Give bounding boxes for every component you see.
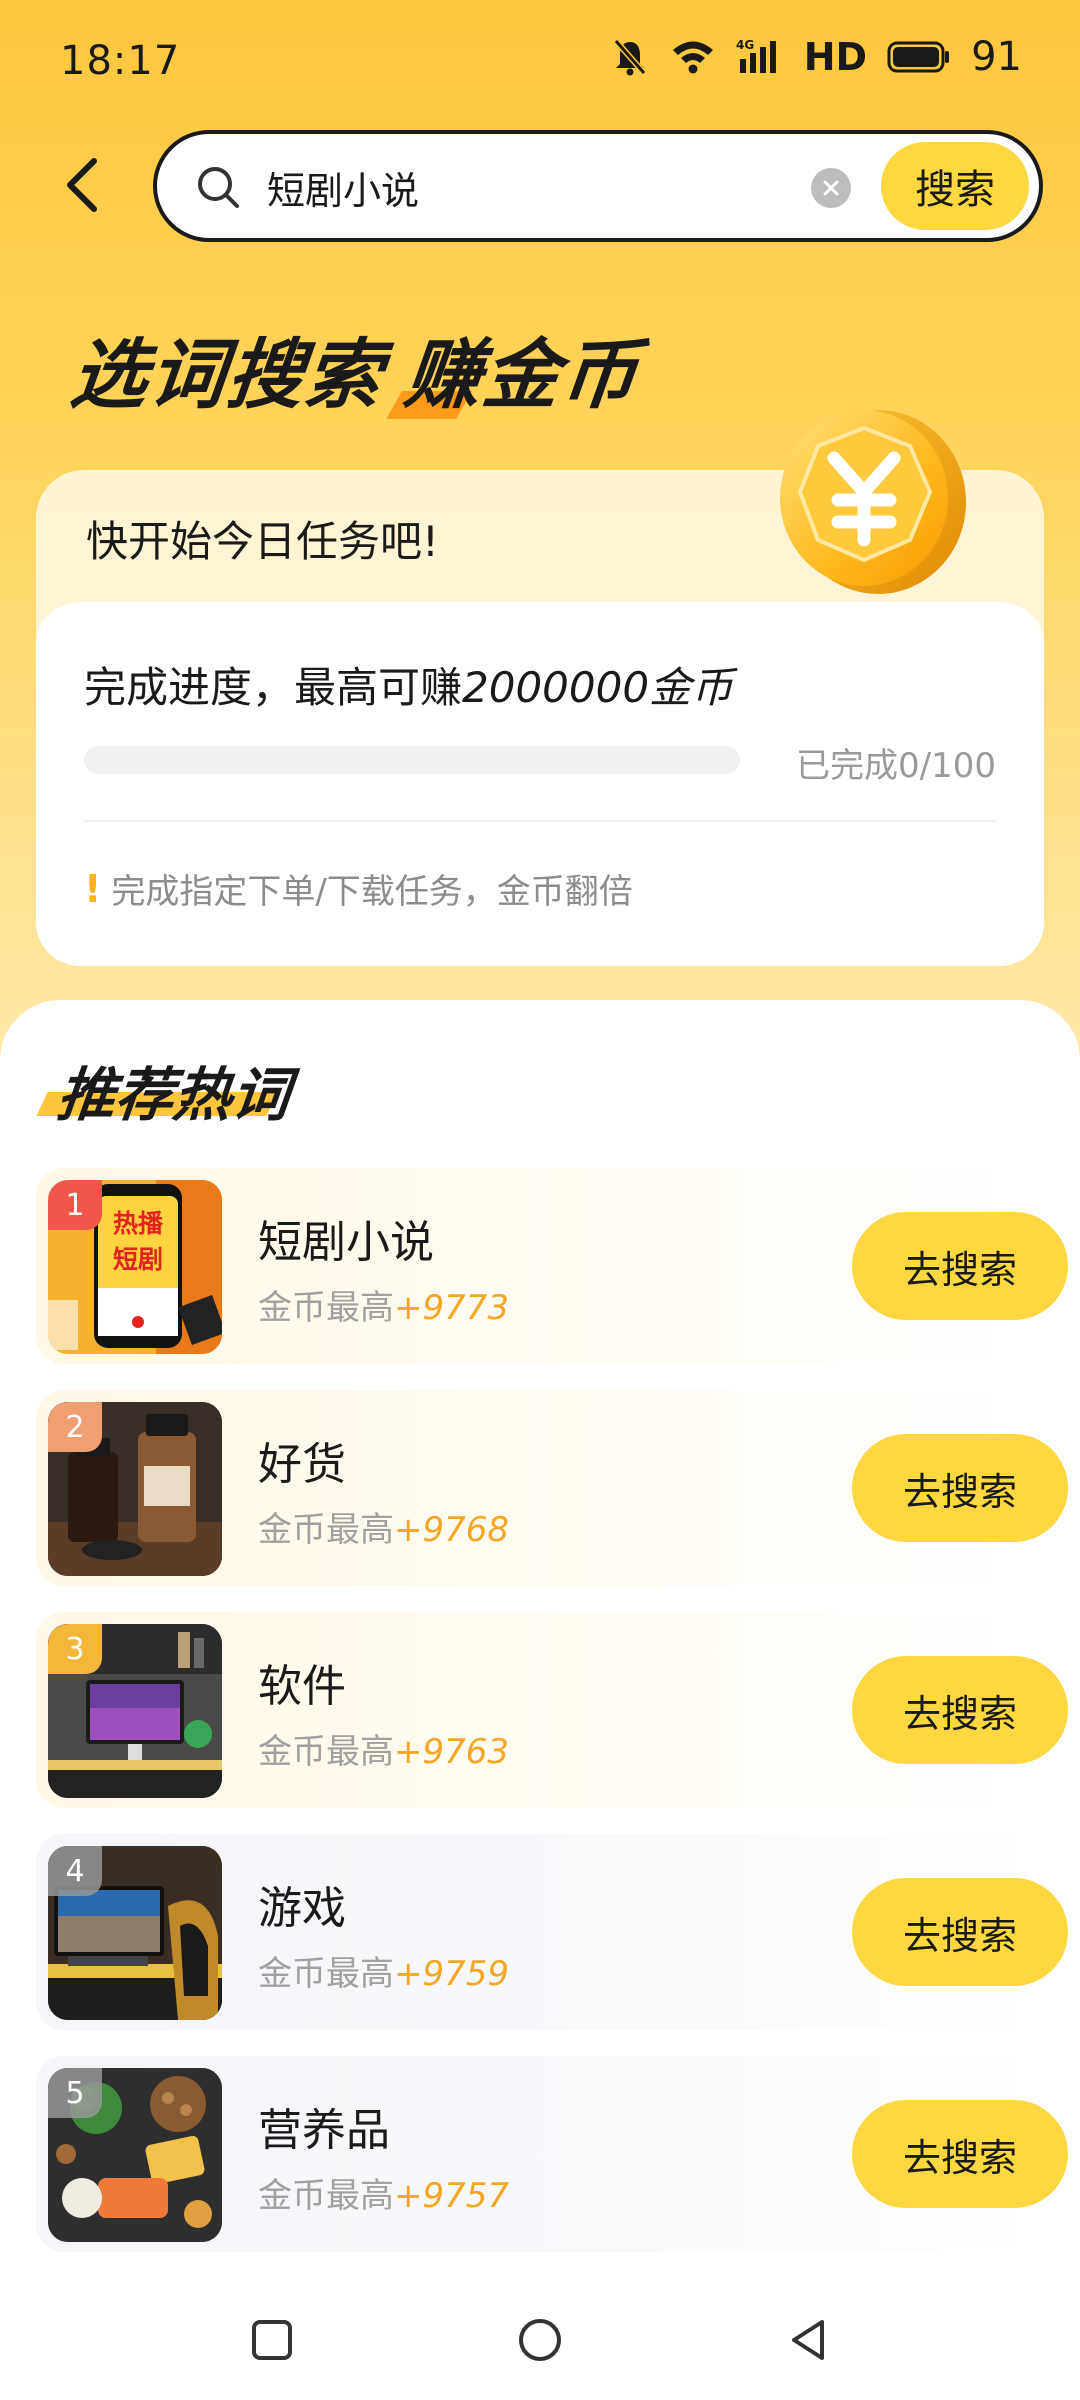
item-name: 游戏 [258,1883,346,1934]
thumb-line2: 短剧 [113,1245,163,1274]
divider [84,820,996,822]
task-header: 快开始今日任务吧! [86,517,439,566]
go-search-button[interactable]: 去搜索 [852,1878,1068,1986]
battery-level: 91 [971,34,1022,80]
item-reward: 金币最高+9763 [258,1724,509,1773]
reward-value: +9757 [394,2176,510,2216]
item-name: 软件 [258,1661,346,1712]
triangle-back-icon [792,2320,824,2360]
reward-prefix: 金币最高 [258,1288,394,1328]
rank-badge: 1 [48,1180,102,1230]
item-reward: 金币最高+9768 [258,1502,509,1551]
item-name: 营养品 [258,2105,390,2156]
go-search-button[interactable]: 去搜索 [852,1434,1068,1542]
rank-badge: 2 [48,1402,102,1452]
thumb-line1: 热播 [113,1209,164,1238]
recommend-title: 推荐热词 [36,1048,293,1129]
circle-icon [519,2319,561,2361]
hot-word-list: 热播 短剧 1 短剧小说 金币最高+9773 去搜索 2 好货 金币最高+976… [36,1168,1068,2278]
reward-value: +9759 [394,1954,510,1994]
item-name: 好货 [258,1439,346,1490]
rank-badge: 3 [48,1624,102,1674]
close-icon [823,180,839,196]
wifi-icon [670,37,716,77]
thumbnail-games: 4 [48,1846,222,2020]
status-icons: 4G HD 91 [610,34,1022,80]
item-reward: 金币最高+9759 [258,1946,509,1995]
list-item[interactable]: 5 营养品 金币最高+9757 去搜索 [36,2056,1068,2252]
thumbnail-software: 3 [48,1624,222,1798]
task-progress-card: 完成进度，最高可赚2000000金币 已完成0/100 ! 完成指定下单/下载任… [36,602,1044,966]
list-item[interactable]: 4 游戏 金币最高+9759 去搜索 [36,1834,1068,2030]
progress-bar [84,746,740,774]
tip-text: 完成指定下单/下载任务，金币翻倍 [111,872,633,912]
gold-coin-icon [780,410,966,594]
mute-bell-icon [610,37,650,77]
go-search-button[interactable]: 去搜索 [852,2100,1068,2208]
search-bar: 搜索 [153,130,1043,242]
progress-title: 完成进度，最高可赚2000000金币 [84,654,733,715]
progress-text: 完成进度，最高可赚 [84,663,463,712]
search-input[interactable] [267,156,827,218]
banner-title-part1: 选词搜索 [66,330,388,419]
search-icon [198,167,239,208]
back-nav-button[interactable] [778,2310,838,2370]
hd-label: HD [803,35,868,79]
chevron-left-icon [67,158,97,212]
clear-button[interactable] [811,168,851,208]
square-icon [252,2320,292,2360]
reward-value: +9763 [394,1732,510,1772]
list-item[interactable]: 2 好货 金币最高+9768 去搜索 [36,1390,1068,1586]
go-search-button[interactable]: 去搜索 [852,1212,1068,1320]
thumbnail-goods: 2 [48,1402,222,1576]
item-name: 短剧小说 [258,1217,434,1268]
reward-prefix: 金币最高 [258,1732,394,1772]
system-nav-bar [0,2260,1080,2400]
item-reward: 金币最高+9757 [258,2168,509,2217]
recents-button[interactable] [242,2310,302,2370]
progress-reward: 2000000金币 [462,663,734,712]
rank-badge: 5 [48,2068,102,2118]
thumbnail-nutrition: 5 [48,2068,222,2242]
item-reward: 金币最高+9773 [258,1280,509,1329]
reward-prefix: 金币最高 [258,1954,394,1994]
banner-title: 选词搜索 赚金币 [67,318,644,419]
status-time: 18:17 [60,38,181,84]
reward-value: +9773 [394,1288,510,1328]
progress-count: 已完成0/100 [796,746,996,786]
reward-prefix: 金币最高 [258,1510,394,1550]
battery-icon [887,40,951,74]
svg-text:4G: 4G [736,38,754,52]
banner-title-part2: 赚金币 [400,313,646,423]
list-item[interactable]: 3 软件 金币最高+9763 去搜索 [36,1612,1068,1808]
reward-prefix: 金币最高 [258,2176,394,2216]
back-button[interactable] [52,150,112,220]
recommend-panel: 推荐热词 热播 短剧 1 短剧小说 金币最高+9773 去搜索 2 好货 金币最… [0,1000,1080,2400]
reward-value: +9768 [394,1510,510,1550]
search-button[interactable]: 搜索 [881,142,1029,230]
signal-icon: 4G [736,37,784,77]
list-item[interactable]: 热播 短剧 1 短剧小说 金币最高+9773 去搜索 [36,1168,1068,1364]
go-search-button[interactable]: 去搜索 [852,1656,1068,1764]
rank-badge: 4 [48,1846,102,1896]
thumbnail-drama: 热播 短剧 1 [48,1180,222,1354]
task-tip: ! 完成指定下单/下载任务，金币翻倍 [84,864,633,913]
home-button[interactable] [510,2310,570,2370]
status-bar: 18:17 4G HD 91 [0,0,1080,120]
recommend-title-text: 推荐热词 [53,1061,294,1129]
exclamation-icon: ! [84,866,102,911]
